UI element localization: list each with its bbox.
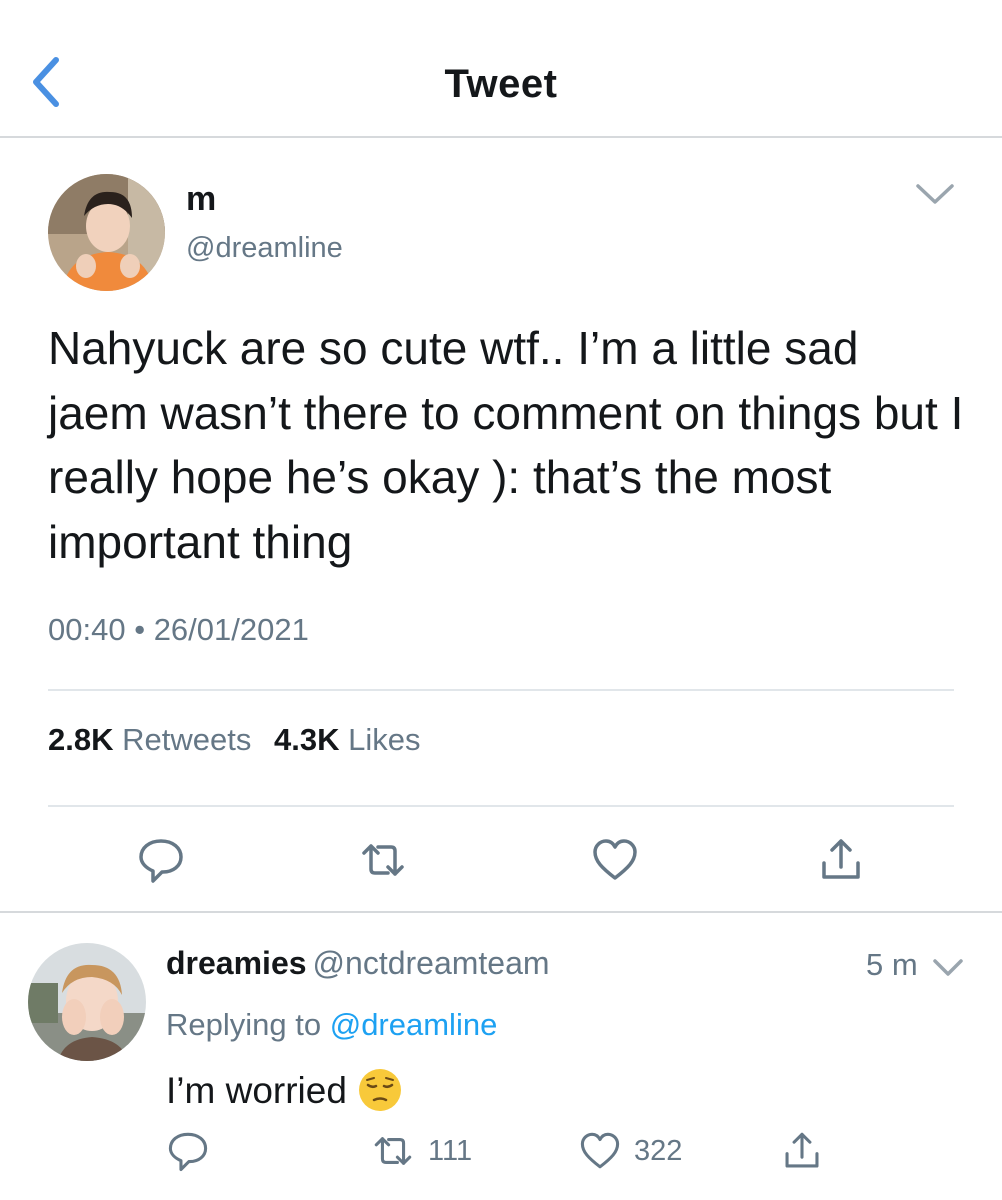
timestamp-separator: •	[134, 612, 146, 647]
display-name[interactable]: m	[186, 180, 216, 219]
tweet-timestamp: 00:40 • 26/01/2021	[48, 612, 309, 648]
tweet-stats: 2.8K Retweets 4.3K Likes	[48, 722, 434, 758]
like-button[interactable]: 322	[578, 1129, 682, 1173]
like-button[interactable]	[590, 835, 640, 885]
tweet-options-button[interactable]	[930, 955, 966, 981]
profile-photo	[48, 174, 165, 291]
tweet-time: 00:40	[48, 612, 126, 647]
reply-icon	[139, 839, 183, 883]
likes-count: 4.3K	[273, 722, 340, 757]
profile-photo	[28, 943, 146, 1061]
divider	[48, 805, 954, 807]
retweet-button[interactable]: 111	[370, 1129, 472, 1173]
tweet-text: Nahyuck are so cute wtf.. I’m a little s…	[48, 322, 964, 568]
divider	[48, 689, 954, 691]
pensive-face-icon	[357, 1067, 403, 1113]
top-nav-bar: Tweet	[0, 0, 1002, 138]
retweet-count: 111	[428, 1134, 473, 1167]
chevron-down-icon	[916, 184, 954, 204]
replying-to: Replying to @dreamline	[166, 1007, 497, 1043]
retweet-button[interactable]	[358, 835, 408, 885]
like-count: 322	[634, 1134, 683, 1167]
user-handle[interactable]: @nctdreamteam	[313, 945, 550, 981]
tweet-options-button[interactable]	[912, 178, 958, 210]
replying-to-link[interactable]: @dreamline	[330, 1007, 498, 1042]
like-icon	[593, 839, 637, 880]
retweets-stat[interactable]: 2.8K Retweets	[48, 722, 265, 757]
share-button[interactable]	[816, 835, 866, 885]
retweets-label: Retweets	[122, 722, 252, 757]
main-tweet: m @dreamline Nahyuck are so cute wtf.. I…	[0, 140, 1002, 913]
like-icon	[580, 1132, 620, 1169]
reply-author: dreamies @nctdreamteam	[166, 945, 550, 982]
reply-tweet[interactable]: dreamies @nctdreamteam 5 m Replying to @d…	[0, 915, 1002, 1200]
share-button[interactable]	[780, 1129, 824, 1173]
avatar[interactable]	[28, 943, 146, 1061]
retweet-icon	[362, 844, 404, 876]
likes-stat[interactable]: 4.3K Likes	[274, 722, 434, 757]
tweet-date: 26/01/2021	[153, 612, 309, 647]
avatar[interactable]	[48, 174, 165, 291]
page-title: Tweet	[444, 62, 558, 106]
chevron-down-icon	[933, 959, 963, 976]
likes-label: Likes	[348, 722, 421, 757]
retweets-count: 2.8K	[48, 722, 114, 757]
share-icon	[785, 1132, 819, 1168]
replying-prefix: Replying to	[166, 1007, 322, 1042]
reply-icon	[168, 1132, 208, 1172]
retweet-icon	[374, 1137, 412, 1165]
user-handle[interactable]: @dreamline	[186, 232, 343, 265]
reply-timestamp: 5 m	[866, 947, 918, 982]
share-icon	[822, 839, 860, 879]
reply-text: I’m worried	[166, 1070, 347, 1111]
display-name[interactable]: dreamies	[166, 945, 307, 981]
reply-button[interactable]	[136, 835, 186, 885]
reply-text-row: I’m worried	[166, 1067, 403, 1113]
reply-button[interactable]	[166, 1129, 210, 1173]
